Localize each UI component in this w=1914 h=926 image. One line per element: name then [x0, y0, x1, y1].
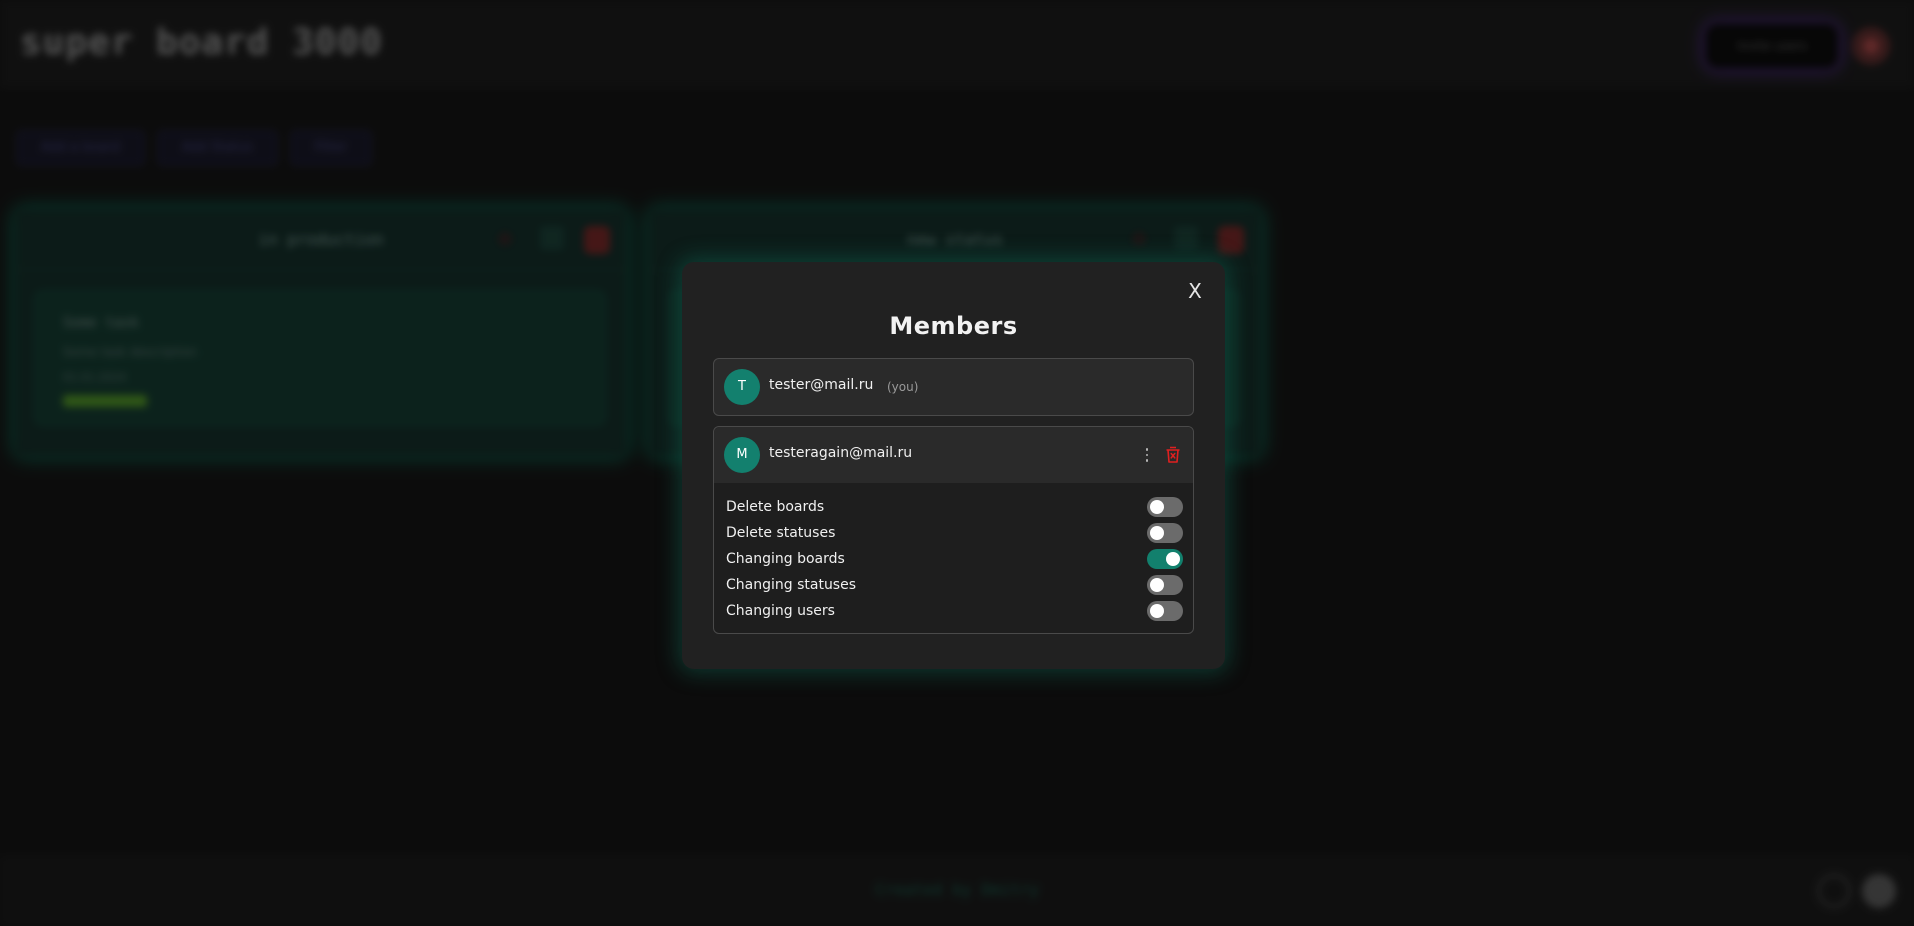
member-card: M testeragain@mail.ru Delete boards Dele…	[713, 426, 1194, 634]
changing-boards-toggle[interactable]	[1147, 549, 1183, 569]
member-email: tester@mail.ru	[769, 377, 874, 393]
permission-label: Changing users	[726, 603, 835, 619]
member-card-self: T tester@mail.ru (you)	[713, 358, 1194, 416]
permission-changing-users: Changing users	[726, 598, 1183, 624]
permission-delete-statuses: Delete statuses	[726, 520, 1183, 546]
delete-boards-toggle[interactable]	[1147, 497, 1183, 517]
more-options-icon[interactable]	[1139, 443, 1155, 467]
permission-label: Delete statuses	[726, 525, 836, 541]
member-avatar: M	[724, 437, 760, 473]
permission-label: Changing statuses	[726, 577, 857, 593]
you-label: (you)	[887, 380, 919, 394]
permission-changing-statuses: Changing statuses	[726, 572, 1183, 598]
member-avatar: T	[724, 369, 760, 405]
permission-delete-boards: Delete boards	[726, 494, 1183, 520]
close-button[interactable]: X	[1183, 276, 1207, 306]
trash-icon[interactable]	[1165, 446, 1181, 464]
member-header: M testeragain@mail.ru	[714, 427, 1193, 483]
permission-label: Delete boards	[726, 499, 825, 515]
changing-users-toggle[interactable]	[1147, 601, 1183, 621]
changing-statuses-toggle[interactable]	[1147, 575, 1183, 595]
modal-title: Members	[889, 312, 1018, 340]
members-modal: X Members T tester@mail.ru (you) M teste…	[682, 262, 1225, 669]
permissions-list: Delete boards Delete statuses Changing b…	[726, 494, 1183, 624]
member-email: testeragain@mail.ru	[769, 445, 913, 461]
permission-changing-boards: Changing boards	[726, 546, 1183, 572]
permission-label: Changing boards	[726, 551, 845, 567]
delete-statuses-toggle[interactable]	[1147, 523, 1183, 543]
